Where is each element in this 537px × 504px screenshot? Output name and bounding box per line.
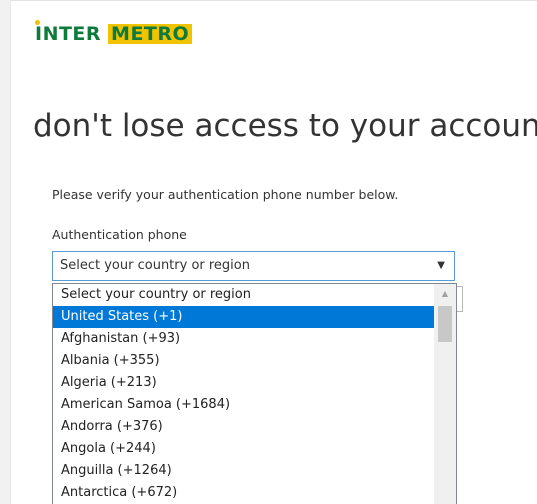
logo-metro-text: METRO <box>108 24 193 44</box>
dropdown-option[interactable]: Antarctica (+672) <box>53 482 434 504</box>
dropdown-options: Select your country or region United Stat… <box>53 284 434 504</box>
page-title: don't lose access to your account <box>33 108 537 144</box>
scrollbar-thumb[interactable] <box>438 306 452 342</box>
dropdown-option[interactable]: Angola (+244) <box>53 438 434 460</box>
select-value: Select your country or region <box>60 258 250 273</box>
dropdown-option[interactable]: Afghanistan (+93) <box>53 328 434 350</box>
dropdown-option[interactable]: Albania (+355) <box>53 350 434 372</box>
scroll-up-arrow-icon[interactable]: ▲ <box>434 284 456 304</box>
authentication-phone-label: Authentication phone <box>52 227 187 242</box>
left-rail <box>0 0 11 504</box>
dropdown-option[interactable]: Algeria (+213) <box>53 372 434 394</box>
dropdown-option[interactable]: United States (+1) <box>53 306 434 328</box>
dropdown-scrollbar[interactable]: ▲ <box>434 284 456 504</box>
dropdown-option[interactable]: Andorra (+376) <box>53 416 434 438</box>
top-border <box>0 0 537 1</box>
country-dropdown-list[interactable]: Select your country or region United Stat… <box>52 283 457 504</box>
logo-inter-label: INTER <box>35 23 102 45</box>
dropdown-option[interactable]: Anguilla (+1264) <box>53 460 434 482</box>
logo: INTER METRO <box>35 20 193 45</box>
page: INTER METRO don't lose access to your ac… <box>0 0 537 504</box>
dropdown-option[interactable]: American Samoa (+1684) <box>53 394 434 416</box>
phone-number-input-edge[interactable] <box>456 286 463 312</box>
logo-inter-text: INTER <box>35 20 102 45</box>
dropdown-option[interactable]: Select your country or region <box>53 284 434 306</box>
country-region-select[interactable]: Select your country or region ▼ <box>52 251 455 281</box>
chevron-down-icon: ▼ <box>437 260 445 271</box>
logo-dot <box>35 20 40 25</box>
instruction-text: Please verify your authentication phone … <box>52 187 399 202</box>
